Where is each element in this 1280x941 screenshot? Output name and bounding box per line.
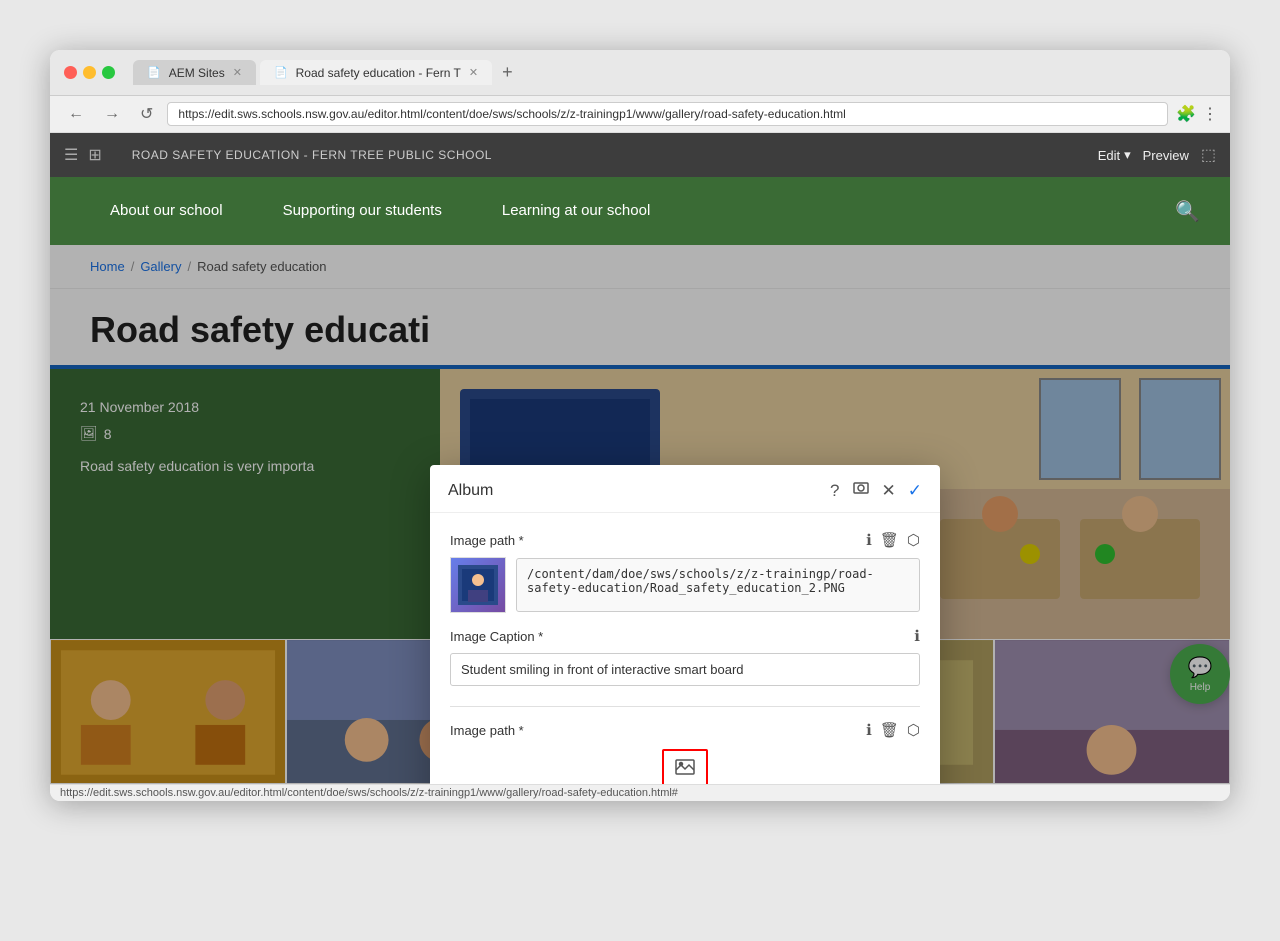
- aem-toolbar-title: ROAD SAFETY EDUCATION - FERN TREE PUBLIC…: [132, 148, 492, 162]
- dialog-close-button[interactable]: ✕: [882, 481, 896, 501]
- image-path-info-button-2[interactable]: ℹ: [866, 721, 872, 739]
- image-entry-1: Image path * ℹ 🗑 ⬡: [450, 531, 920, 686]
- edit-label: Edit: [1098, 148, 1120, 163]
- edit-button[interactable]: Edit ▾: [1098, 147, 1131, 163]
- tab-road-safety-label: Road safety education - Fern T: [296, 66, 461, 80]
- address-bar[interactable]: [167, 102, 1168, 126]
- image-picker-row-2: [450, 749, 920, 784]
- tab-close-1[interactable]: ✕: [233, 66, 242, 79]
- export-icon[interactable]: ⬚: [1201, 145, 1216, 165]
- dialog-screenshot-button[interactable]: [852, 479, 870, 502]
- new-tab-button[interactable]: +: [496, 60, 519, 85]
- edit-chevron-icon: ▾: [1124, 147, 1131, 163]
- album-dialog: Album ? ✕ ✓: [430, 465, 940, 784]
- image-path-delete-button-2[interactable]: 🗑: [880, 721, 899, 739]
- image-path-label-2: Image path *: [450, 723, 524, 738]
- status-url: https://edit.sws.schools.nsw.gov.au/edit…: [60, 787, 678, 799]
- image-path-label-1: Image path *: [450, 533, 524, 548]
- settings-icon[interactable]: ⊞: [88, 145, 101, 165]
- field-actions-2: ℹ 🗑 ⬡: [866, 721, 920, 739]
- close-traffic-light[interactable]: [64, 66, 77, 79]
- search-icon[interactable]: 🔍: [1175, 199, 1200, 224]
- image-path-reorder-button-2[interactable]: ⬡: [907, 721, 920, 739]
- aem-toolbar: ☰ ⊞ ROAD SAFETY EDUCATION - FERN TREE PU…: [50, 133, 1230, 177]
- image-path-input-1[interactable]: /content/dam/doe/sws/schools/z/z-trainin…: [516, 558, 920, 612]
- image-caption-label-1: Image Caption *: [450, 629, 543, 644]
- tab-doc-icon-2: 📄: [274, 66, 288, 79]
- separator-1: [450, 706, 920, 707]
- tab-aem-sites-label: AEM Sites: [169, 66, 225, 80]
- extensions-button[interactable]: 🧩: [1176, 104, 1196, 124]
- nav-item-supporting-label: Supporting our students: [283, 202, 442, 219]
- image-picker-icon-2[interactable]: [666, 753, 704, 784]
- caption-actions-1: ℹ: [914, 627, 920, 645]
- caption-info-button-1[interactable]: ℹ: [914, 627, 920, 645]
- dialog-help-button[interactable]: ?: [830, 481, 839, 501]
- sidebar-toggle-icon[interactable]: ☰: [64, 145, 78, 165]
- image-path-label-row-1: Image path * ℹ 🗑 ⬡: [450, 531, 920, 549]
- status-bar: https://edit.sws.schools.nsw.gov.au/edit…: [50, 784, 1230, 801]
- preview-button[interactable]: Preview: [1143, 148, 1189, 163]
- dialog-title: Album: [448, 482, 493, 500]
- image-thumbnail-1: [450, 557, 506, 613]
- dialog-header: Album ? ✕ ✓: [430, 465, 940, 513]
- image-path-reorder-button-1[interactable]: ⬡: [907, 531, 920, 549]
- image-picker-button-highlighted[interactable]: [662, 749, 708, 784]
- image-path-delete-button-1[interactable]: 🗑: [880, 531, 899, 549]
- nav-item-about-label: About our school: [110, 202, 223, 219]
- tab-close-2[interactable]: ✕: [469, 66, 478, 79]
- image-path-row-1: /content/dam/doe/sws/schools/z/z-trainin…: [450, 557, 920, 613]
- menu-button[interactable]: ⋮: [1202, 104, 1218, 124]
- nav-item-learning-label: Learning at our school: [502, 202, 650, 219]
- site-navigation: About our school Supporting our students…: [50, 177, 1230, 245]
- nav-item-about[interactable]: About our school: [80, 191, 253, 231]
- maximize-traffic-light[interactable]: [102, 66, 115, 79]
- refresh-button[interactable]: ↺: [134, 102, 159, 126]
- tab-aem-sites[interactable]: 📄 AEM Sites ✕: [133, 60, 256, 85]
- image-entry-2: Image path * ℹ 🗑 ⬡: [450, 721, 920, 784]
- back-button[interactable]: ←: [62, 103, 90, 125]
- nav-item-learning[interactable]: Learning at our school: [472, 191, 680, 231]
- forward-button[interactable]: →: [98, 103, 126, 125]
- tab-road-safety[interactable]: 📄 Road safety education - Fern T ✕: [260, 60, 492, 85]
- image-caption-input-1[interactable]: [450, 653, 920, 686]
- image-path-label-row-2: Image path * ℹ 🗑 ⬡: [450, 721, 920, 739]
- field-actions-1: ℹ 🗑 ⬡: [866, 531, 920, 549]
- dialog-header-actions: ? ✕ ✓: [830, 479, 922, 502]
- dialog-confirm-button[interactable]: ✓: [908, 481, 922, 501]
- image-path-info-button-1[interactable]: ℹ: [866, 531, 872, 549]
- nav-item-supporting[interactable]: Supporting our students: [253, 191, 472, 231]
- image-thumb-inner-1: [451, 558, 505, 612]
- image-caption-label-row-1: Image Caption * ℹ: [450, 627, 920, 645]
- dialog-body: Image path * ℹ 🗑 ⬡: [430, 513, 940, 784]
- minimize-traffic-light[interactable]: [83, 66, 96, 79]
- tab-doc-icon-1: 📄: [147, 66, 161, 79]
